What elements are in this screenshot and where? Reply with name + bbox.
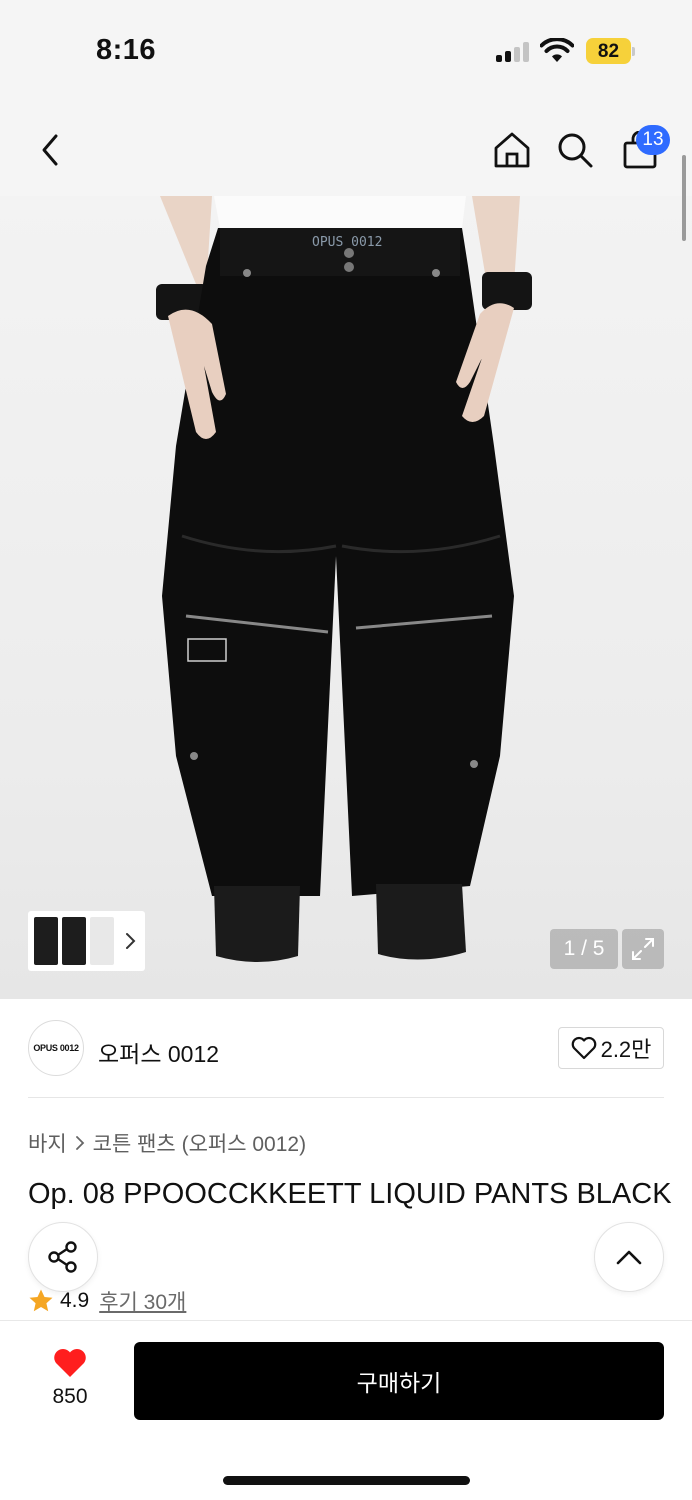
expand-icon [632, 938, 654, 960]
chevron-right-icon [75, 1136, 84, 1150]
thumbnail-image[interactable] [90, 917, 114, 965]
home-button[interactable] [492, 128, 532, 172]
waistband-print: OPUS 0012 [312, 235, 382, 250]
pants-photo: OPUS 0012 [156, 196, 532, 962]
breadcrumb: 바지 코튼 팬츠 (오퍼스 0012) [28, 1128, 306, 1158]
chevron-up-icon [616, 1250, 642, 1265]
brand-row: OPUS 0012 오퍼스 0012 2.2만 [0, 999, 692, 1099]
wifi-icon [540, 38, 574, 62]
wishlist-count: 850 [52, 1385, 88, 1408]
expand-image-button[interactable] [622, 929, 664, 969]
battery-indicator: 82 [586, 38, 636, 64]
brand-logo[interactable]: OPUS 0012 [28, 1020, 84, 1076]
rating-row: 4.9 후기 30개 [28, 1286, 186, 1316]
product-image[interactable]: OPUS 0012 [0, 196, 692, 999]
thumbnail-image[interactable] [34, 917, 58, 965]
cart-count-badge: 13 [636, 125, 670, 155]
thumbnail-image[interactable] [62, 917, 86, 965]
bottom-action-bar: 850 구매하기 [0, 1320, 692, 1500]
thumbnail-strip[interactable] [28, 911, 145, 971]
back-button[interactable] [30, 128, 70, 172]
status-time: 8:16 [96, 34, 157, 66]
brand-like-button[interactable]: 2.2만 [558, 1027, 664, 1069]
breadcrumb-subcategory[interactable]: 코튼 팬츠 (오퍼스 0012) [93, 1128, 306, 1158]
scroll-top-button[interactable] [594, 1222, 664, 1292]
status-bar: 8:16 82 [0, 0, 692, 100]
chevron-left-icon [42, 134, 58, 166]
brand-like-count: 2.2만 [600, 1037, 652, 1062]
star-icon [29, 1289, 53, 1312]
share-icon [48, 1241, 77, 1273]
heart-outline-icon [571, 1036, 596, 1060]
chevron-right-icon [126, 933, 136, 949]
home-icon [494, 132, 530, 168]
battery-level: 82 [597, 41, 620, 62]
brand-name[interactable]: 오퍼스 0012 [98, 1035, 219, 1069]
share-button[interactable] [28, 1222, 98, 1292]
rating-score: 4.9 [60, 1289, 90, 1312]
page-scrollbar[interactable] [682, 155, 686, 241]
home-indicator [223, 1476, 470, 1485]
cellular-signal-icon [496, 42, 532, 62]
heart-filled-icon [54, 1349, 86, 1377]
breadcrumb-category[interactable]: 바지 [28, 1128, 67, 1158]
search-button[interactable] [555, 128, 595, 172]
image-pager: 1 / 5 [550, 929, 618, 969]
search-icon [558, 133, 593, 168]
wishlist-button[interactable]: 850 [40, 1347, 100, 1419]
buy-button[interactable]: 구매하기 [134, 1342, 664, 1420]
review-link[interactable]: 후기 30개 [99, 1286, 186, 1316]
nav-bar [0, 100, 692, 196]
product-title: Op. 08 PPOOCCKKEETT LIQUID PANTS BLACK [28, 1178, 672, 1210]
divider [28, 1097, 664, 1098]
